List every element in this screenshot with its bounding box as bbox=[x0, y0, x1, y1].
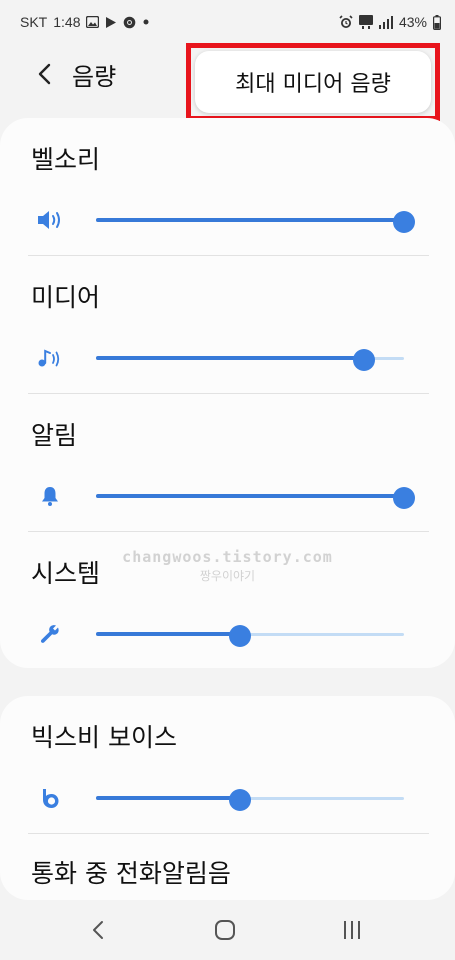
volume-slider[interactable] bbox=[96, 487, 415, 509]
bixby-icon[interactable] bbox=[36, 784, 64, 812]
page-title: 음량 bbox=[72, 62, 117, 91]
volume-label: 통화 중 전화알림음 bbox=[31, 859, 231, 888]
music-note-icon[interactable] bbox=[36, 344, 64, 372]
wrench-icon[interactable] bbox=[36, 620, 64, 648]
dot-icon bbox=[142, 18, 150, 26]
volume-card-2: 빅스비 보이스 통화 중 전화알림음 bbox=[0, 696, 455, 900]
max-media-volume-button[interactable]: 최대 미디어 음량 bbox=[195, 51, 431, 113]
slider-fill bbox=[96, 632, 240, 636]
slider-fill bbox=[96, 218, 404, 222]
volume-row-media: 미디어 bbox=[0, 256, 455, 394]
carrier-label: SKT bbox=[20, 14, 48, 30]
signal-icon bbox=[378, 15, 393, 29]
play-store-icon bbox=[105, 16, 117, 29]
nav-recents-button[interactable] bbox=[334, 914, 370, 946]
max-media-volume-callout: 최대 미디어 음량 bbox=[186, 43, 440, 121]
chevron-left-icon bbox=[38, 63, 51, 85]
volume-slider[interactable] bbox=[96, 211, 415, 233]
navigation-bar bbox=[0, 900, 455, 960]
volume-row-system: 시스템 bbox=[0, 532, 455, 670]
clock-label: 1:48 bbox=[53, 14, 81, 30]
volume-slider[interactable] bbox=[96, 349, 404, 371]
volume-slider[interactable] bbox=[96, 625, 404, 647]
volume-label: 빅스비 보이스 bbox=[31, 723, 177, 752]
status-bar-left: SKT 1:48 bbox=[20, 14, 150, 30]
status-bar-right: 43% bbox=[339, 14, 441, 30]
speaker-icon[interactable] bbox=[36, 206, 64, 234]
slider-fill bbox=[96, 494, 404, 498]
battery-percent: 43% bbox=[398, 14, 427, 30]
volume-label: 시스템 bbox=[31, 559, 101, 588]
battery-icon bbox=[433, 14, 441, 30]
status-bar: SKT 1:48 43% bbox=[0, 0, 455, 44]
alarm-icon bbox=[339, 15, 353, 29]
volume-row-call-alert: 통화 중 전화알림음 bbox=[0, 834, 455, 900]
bell-icon[interactable] bbox=[36, 482, 64, 510]
volume-card: 벨소리 미디어 알림 시스템 bbox=[0, 118, 455, 668]
slider-fill bbox=[96, 796, 240, 800]
slider-thumb[interactable] bbox=[229, 625, 251, 647]
back-icon bbox=[93, 921, 103, 939]
callout-label: 최대 미디어 음량 bbox=[235, 72, 391, 97]
image-icon bbox=[86, 16, 100, 28]
chrome-icon bbox=[123, 16, 136, 29]
home-icon bbox=[215, 920, 235, 940]
slider-thumb[interactable] bbox=[393, 487, 415, 509]
recents-icon bbox=[344, 921, 360, 939]
volume-label: 벨소리 bbox=[31, 145, 101, 174]
back-button[interactable] bbox=[22, 52, 66, 96]
volume-label: 알림 bbox=[31, 421, 78, 450]
volume-slider[interactable] bbox=[96, 789, 404, 811]
slider-thumb[interactable] bbox=[393, 211, 415, 233]
volume-row-ringtone: 벨소리 bbox=[0, 118, 455, 256]
volume-label: 미디어 bbox=[31, 283, 101, 312]
slider-thumb[interactable] bbox=[229, 789, 251, 811]
5g-icon bbox=[358, 15, 373, 29]
nav-back-button[interactable] bbox=[80, 914, 116, 946]
volume-row-bixby: 빅스비 보이스 bbox=[0, 696, 455, 834]
volume-row-notification: 알림 bbox=[0, 394, 455, 532]
nav-home-button[interactable] bbox=[207, 914, 243, 946]
slider-thumb[interactable] bbox=[353, 349, 375, 371]
slider-fill bbox=[96, 356, 364, 360]
